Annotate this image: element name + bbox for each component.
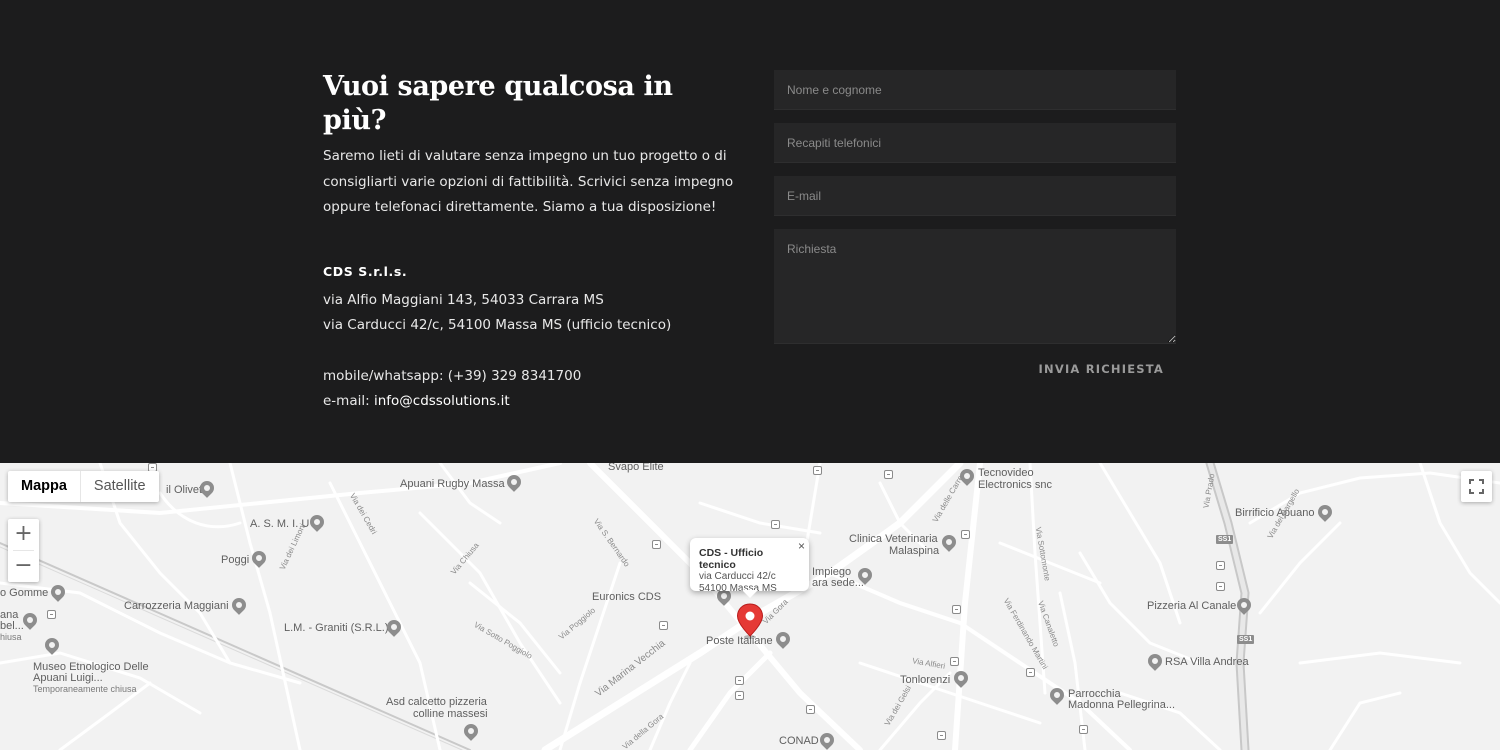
bus-stop-icon [1079,725,1088,734]
contact-intro: Saremo lieti di valutare senza impegno u… [323,148,734,215]
bus-stop-icon [1026,668,1035,677]
map-type-map-button[interactable]: Mappa [8,471,80,502]
email-link[interactable]: info@cdssolutions.it [374,393,510,409]
bus-stop-icon [1216,582,1225,591]
bus-stop-icon [937,731,946,740]
bus-stop-icon [771,520,780,529]
request-textarea[interactable] [774,229,1176,344]
zoom-in-button[interactable]: + [8,519,39,550]
bus-stop-icon [961,530,970,539]
company-name: CDS S.r.l.s. [323,263,408,279]
map-label-parrocchia-2: Madonna Pellegrina... [1068,699,1176,711]
google-map[interactable]: il Oliveti Apuani Rugby Massa Svapo Elit… [0,463,1500,750]
bus-stop-icon [884,470,893,479]
map-label-clinica-2: Malaspina [889,545,940,557]
name-input[interactable] [774,70,1176,110]
minus-icon: − [14,553,33,578]
map-label-euronics: Euronics CDS [592,591,662,603]
map-label-rugby: Apuani Rugby Massa [400,478,505,490]
fullscreen-icon [1469,479,1484,494]
phone-input[interactable] [774,123,1176,163]
contact-details: via Alfio Maggiani 143, 54033 Carrara MS… [323,288,743,415]
map-label-hiusa: hiusa [0,632,22,642]
map-type-satellite-button[interactable]: Satellite [79,471,159,502]
bus-stop-icon [1216,561,1225,570]
close-icon[interactable]: × [798,539,805,553]
bus-stop-icon [952,605,961,614]
map-info-window: CDS - Ufficio tecnico via Carducci 42/c … [690,538,809,598]
bus-stop-icon [735,691,744,700]
bus-stop-icon [659,621,668,630]
map-label-conad: CONAD [779,735,819,747]
email-line: e-mail: info@cdssolutions.it [323,389,743,415]
map-label-pizzeria: Pizzeria Al Canale [1147,600,1237,612]
map-type-control: Mappa Satellite [8,471,159,502]
address-massa: via Carducci 42/c, 54100 Massa MS (uffic… [323,317,672,333]
bus-stop-icon [813,466,822,475]
road-shield: SS1 [1216,535,1234,544]
fullscreen-button[interactable] [1461,471,1492,502]
map-label-rsa: RSA Villa Andrea [1165,656,1249,668]
map-label-gomme: o Gomme [0,587,49,599]
zoom-out-button[interactable]: − [8,551,39,582]
bus-stop-icon [950,657,959,666]
map-label-lm-graniti: L.M. - Graniti (S.R.L.) [284,622,389,634]
map-label-tecnovideo-2: Electronics snc [978,479,1052,491]
zoom-control: + − [8,519,39,582]
map-label-svapo: Svapo Elite [608,463,664,473]
address-carrara: via Alfio Maggiani 143, 54033 Carrara MS [323,291,604,308]
map-label-impiego-2: ara sede... [812,577,864,589]
info-address-line-2: 54100 Massa MS [699,583,777,594]
map-label-poggi: Poggi [221,554,250,566]
map-label-asd-1: Asd calcetto pizzeria [386,696,487,708]
contact-info: Vuoi sapere qualcosa in più? Saremo liet… [323,70,743,415]
map-label-carrozzeria: Carrozzeria Maggiani [124,600,229,612]
contact-heading: Vuoi sapere qualcosa in più? [323,71,673,136]
contact-form: INVIA RICHIESTA [774,70,1176,376]
bus-stop-icon [806,705,815,714]
location-pin-icon[interactable] [736,603,764,639]
map-label-museo-3: Temporaneamente chiusa [33,684,137,694]
contact-section: Vuoi sapere qualcosa in più? Saremo liet… [0,0,1500,463]
plus-icon: + [14,521,33,546]
email-label: e-mail: [323,393,374,409]
bus-stop-icon [652,540,661,549]
bus-stop-icon [47,610,56,619]
info-title: CDS - Ufficio tecnico [699,547,764,571]
map-label-tecnovideo-1: Tecnovideo [978,467,1034,479]
bus-stop-icon [735,676,744,685]
map-label-clinica-1: Clinica Veterinaria [849,533,938,545]
email-input[interactable] [774,176,1176,216]
phone-number: mobile/whatsapp: (+39) 329 8341700 [323,367,582,384]
road-shield: SS1 [1237,635,1255,644]
info-address-line-1: via Carducci 42/c [699,571,776,582]
map-label-asd-2: colline massesi [413,708,488,720]
submit-button[interactable]: INVIA RICHIESTA [1039,362,1164,376]
